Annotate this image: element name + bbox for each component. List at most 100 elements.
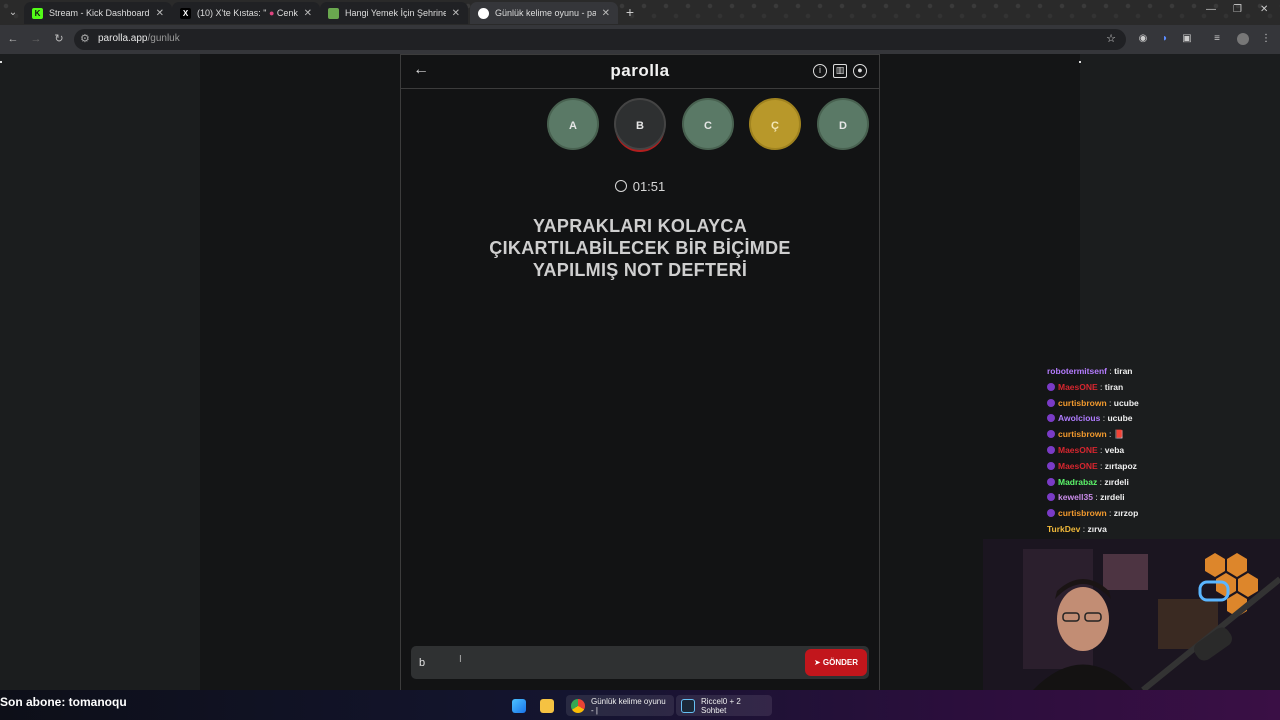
- chat-text: 📕: [1113, 429, 1125, 440]
- taskbar-label: Riccel0 + 2 Sohbet: [701, 696, 741, 715]
- letter-a: A: [547, 98, 599, 150]
- subscriber-badge-icon: [1047, 430, 1055, 439]
- recipe-icon: [328, 7, 339, 19]
- incognito-extension-icon[interactable]: ◉: [1137, 33, 1149, 45]
- x-logo-icon: X: [180, 7, 191, 19]
- send-button[interactable]: ➤ GÖNDER: [805, 649, 867, 676]
- overlay-dot: [1079, 61, 1081, 63]
- subscriber-badge-icon: [1047, 493, 1055, 502]
- chat-username: kewell35: [1058, 492, 1093, 503]
- menu-icon[interactable]: ⋮: [1260, 33, 1272, 45]
- close-icon[interactable]: ✕: [156, 8, 164, 19]
- timer-value: 01:51: [632, 179, 666, 194]
- address-bar[interactable]: ⚙ parolla.app/gunluk ☆: [74, 29, 1126, 50]
- taskbar: Son abone: tomanoqu Günlük kelime oyunu …: [0, 690, 1280, 720]
- reload-icon[interactable]: ↻: [52, 32, 66, 46]
- tab-title: Stream - Kick Dashboard: [49, 8, 150, 18]
- maximize-icon[interactable]: ❐: [1233, 4, 1242, 15]
- subscriber-badge-icon: [1047, 477, 1055, 486]
- question-text: YAPRAKLARI KOLAYCA ÇIKARTILABİLECEK BİR …: [489, 216, 791, 280]
- letter-b: B: [614, 98, 666, 150]
- chat-text: ucube: [1113, 397, 1139, 408]
- profile-icon[interactable]: ●: [853, 64, 867, 78]
- chat-text: zırdeli: [1104, 476, 1129, 487]
- chat-message: Madrabaz : zırdeli: [1047, 477, 1187, 493]
- webcam-image: [983, 539, 1280, 690]
- letter-d: D: [817, 98, 869, 150]
- tab-hangi-yemek[interactable]: Hangi Yemek İçin Şehrine Gider ✕: [320, 2, 468, 24]
- subscriber-badge-icon: [1047, 398, 1055, 407]
- game-panel: ← parolla i ▥ ● A B C Ç D 01:51 YAPRAKLA…: [400, 54, 880, 690]
- profile-avatar[interactable]: [1237, 33, 1249, 45]
- windows-start-button[interactable]: [510, 695, 528, 716]
- steam-icon: [681, 698, 695, 713]
- chat-text: zırva: [1087, 523, 1107, 534]
- chat-username: TurkDev: [1047, 523, 1081, 534]
- timer: 01:51: [401, 179, 879, 194]
- url-text[interactable]: parolla.app/gunluk: [98, 33, 180, 44]
- bookmark-star-icon[interactable]: ☆: [1106, 32, 1116, 45]
- window-close-icon[interactable]: ✕: [1260, 4, 1268, 15]
- chat-username: MaesONE: [1058, 381, 1098, 392]
- chat-text: tiran: [1104, 381, 1124, 392]
- chat-username: curtisbrown: [1058, 429, 1107, 440]
- chat-username: MaesONE: [1058, 444, 1098, 455]
- chat-text: veba: [1104, 444, 1125, 455]
- media-icon[interactable]: ≡: [1211, 33, 1223, 45]
- tab-search-icon[interactable]: ⌄: [4, 4, 22, 22]
- back-icon[interactable]: ←: [6, 32, 20, 46]
- answer-form: I ➤ GÖNDER: [411, 646, 869, 679]
- chat-message: MaesONE : veba: [1047, 445, 1187, 461]
- extension-icon[interactable]: ◗: [1159, 33, 1171, 45]
- taskbar-chrome[interactable]: Günlük kelime oyunu - |: [566, 695, 674, 716]
- text-cursor-icon: I: [459, 654, 462, 665]
- chat-message: curtisbrown : 📕: [1047, 429, 1187, 445]
- windows-icon: [512, 698, 526, 713]
- folder-icon: [540, 698, 554, 713]
- stream-chat: robotermitsenf : tiran MaesONE : tiran cur…: [1047, 366, 1187, 540]
- new-tab-icon[interactable]: +: [622, 4, 638, 20]
- letter-c-cedilla: Ç: [749, 98, 801, 150]
- chat-message: robotermitsenf : tiran: [1047, 366, 1133, 376]
- file-explorer-button[interactable]: [538, 695, 556, 716]
- clock-icon: [614, 180, 627, 192]
- close-icon[interactable]: ✕: [452, 8, 460, 19]
- answer-input[interactable]: [419, 650, 799, 675]
- chat-message: curtisbrown : zırzop: [1047, 508, 1187, 524]
- chat-text: tiran: [1114, 366, 1133, 376]
- site-info-icon[interactable]: ⚙: [80, 32, 90, 45]
- kick-icon: K: [32, 7, 43, 19]
- tab-title: Hangi Yemek İçin Şehrine Gider: [345, 8, 446, 18]
- chat-message: kewell35 : zırdeli: [1047, 492, 1187, 508]
- last-subscriber-text: Son abone: tomanoqu: [0, 695, 127, 709]
- forward-icon[interactable]: →: [29, 32, 43, 46]
- tab-x[interactable]: X (10) X'te Kıstas: " ● Cenk Hoca ✕: [172, 2, 320, 24]
- game-header: ← parolla i ▥ ●: [401, 55, 879, 89]
- close-icon[interactable]: ✕: [602, 8, 610, 19]
- info-icon[interactable]: i: [813, 64, 827, 78]
- tab-strip: ⌄ K Stream - Kick Dashboard ✕ X (10) X't…: [0, 0, 1280, 25]
- chat-message: Awolcious : ucube: [1047, 413, 1187, 429]
- chat-text: zırzop: [1113, 508, 1139, 519]
- parolla-icon: [478, 7, 489, 19]
- close-icon[interactable]: ✕: [304, 8, 312, 19]
- tab-title: (10) X'te Kıstas: " ● Cenk Hoca: [197, 8, 298, 18]
- chat-username: curtisbrown: [1058, 508, 1107, 519]
- stats-icon[interactable]: ▥: [833, 64, 847, 78]
- subscriber-badge-icon: [1047, 414, 1055, 423]
- chat-message: MaesONE : tiran: [1047, 382, 1187, 398]
- extensions-puzzle-icon[interactable]: ▣: [1181, 33, 1193, 45]
- chat-username: MaesONE: [1058, 460, 1098, 471]
- send-icon: ➤: [813, 658, 823, 667]
- tab-parolla[interactable]: Günlük kelime oyunu - paro ✕: [470, 2, 618, 24]
- minimize-icon[interactable]: —: [1206, 4, 1216, 15]
- chrome-icon: [571, 698, 585, 713]
- chat-text: zırtapoz: [1104, 460, 1137, 471]
- subscriber-badge-icon: [1047, 461, 1055, 470]
- taskbar-steam[interactable]: Riccel0 + 2 Sohbet: [676, 695, 772, 716]
- subscriber-badge-icon: [1047, 382, 1055, 391]
- subscriber-badge-icon: [1047, 445, 1055, 454]
- chat-message: TurkDev : zırva: [1047, 523, 1107, 534]
- letter-c: C: [682, 98, 734, 150]
- tab-kick-dashboard[interactable]: K Stream - Kick Dashboard ✕: [24, 2, 172, 24]
